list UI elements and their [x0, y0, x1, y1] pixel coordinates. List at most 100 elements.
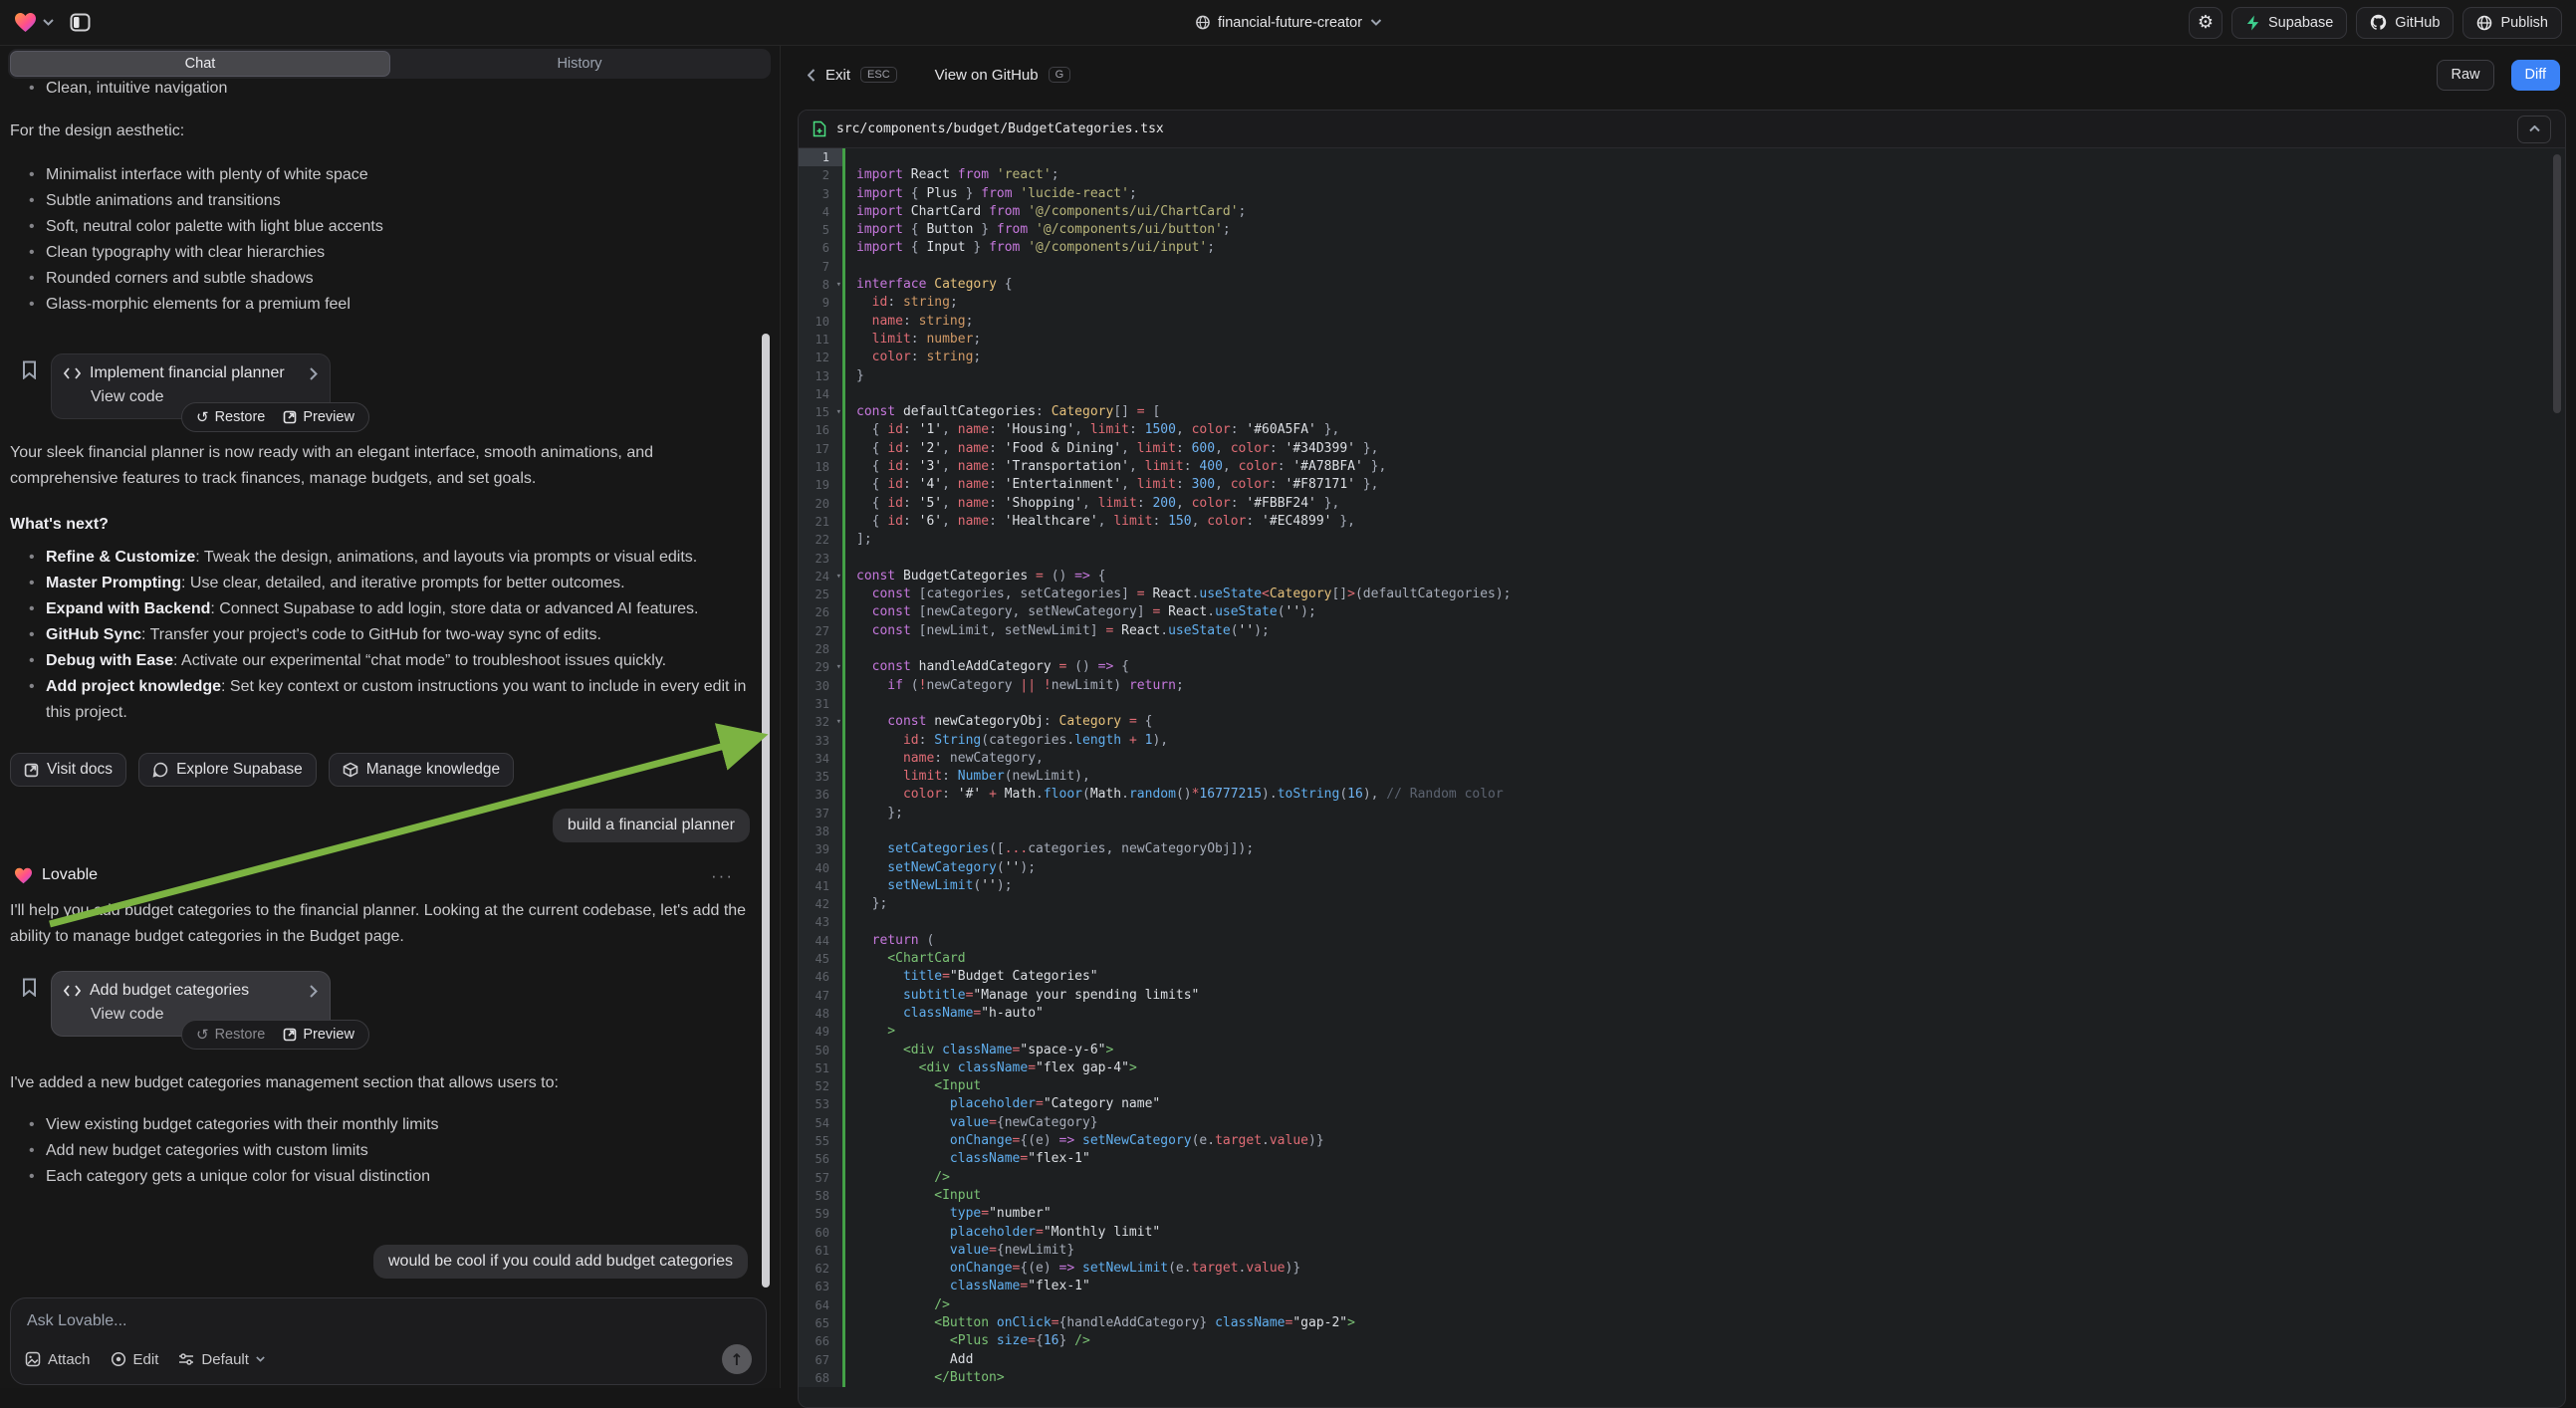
- line-number: 26: [799, 603, 842, 621]
- code-line: 24▾const BudgetCategories = () => {: [799, 568, 2565, 586]
- restore-button[interactable]: ↺ Restore: [196, 1026, 265, 1044]
- code-scrollbar[interactable]: [2553, 154, 2561, 413]
- restore-button[interactable]: ↺ Restore: [196, 408, 265, 426]
- line-number: 22: [799, 531, 842, 549]
- code-line: 61 value={newLimit}: [799, 1242, 2565, 1260]
- line-number: 38: [799, 822, 842, 840]
- line-number: 64: [799, 1296, 842, 1314]
- message-more-button[interactable]: ···: [711, 866, 734, 886]
- project-icon: [1195, 15, 1210, 30]
- code-line: 47 subtitle="Manage your spending limits…: [799, 987, 2565, 1005]
- fold-chevron-icon[interactable]: ▾: [836, 658, 841, 676]
- code-line: 26 const [newCategory, setNewCategory] =…: [799, 603, 2565, 621]
- bookmark-icon[interactable]: [22, 978, 37, 997]
- manage-knowledge-button[interactable]: Manage knowledge: [329, 753, 514, 787]
- list-item: Add project knowledge: Set key context o…: [10, 674, 755, 726]
- file-header[interactable]: src/components/budget/BudgetCategories.t…: [799, 111, 2565, 148]
- code-editor[interactable]: 12import React from 'react';3import { Pl…: [799, 148, 2565, 1407]
- line-number: 34: [799, 750, 842, 768]
- user-message: build a financial planner: [553, 809, 750, 842]
- prompt-input[interactable]: Ask Lovable... Attach Edit: [10, 1297, 767, 1385]
- mode-selector[interactable]: Default: [178, 1351, 265, 1368]
- code-line: 12 color: string;: [799, 349, 2565, 366]
- code-line: 50 <div className="space-y-6">: [799, 1042, 2565, 1059]
- code-panel: Exit esc View on GitHub G Raw Diff src/c…: [782, 46, 2576, 1388]
- line-number: 49: [799, 1023, 842, 1041]
- project-switcher[interactable]: financial-future-creator: [1195, 15, 1381, 31]
- edit-card-add-budget-categories[interactable]: Add budget categories View code ↺ Restor…: [51, 971, 331, 1037]
- list-item: Each category gets a unique color for vi…: [10, 1164, 752, 1190]
- line-number: 21: [799, 513, 842, 531]
- line-number: 52: [799, 1077, 842, 1095]
- publish-button[interactable]: Publish: [2462, 7, 2562, 39]
- line-number: 67: [799, 1351, 842, 1369]
- line-number: 8▾: [799, 276, 842, 294]
- code-line: 6import { Input } from '@/components/ui/…: [799, 239, 2565, 257]
- code-line: 25 const [categories, setCategories] = R…: [799, 586, 2565, 603]
- line-number: 27: [799, 622, 842, 640]
- globe-icon: [2476, 15, 2492, 31]
- project-name: financial-future-creator: [1218, 15, 1362, 31]
- line-number: 36: [799, 786, 842, 804]
- edit-button[interactable]: Edit: [111, 1351, 159, 1368]
- code-line: 64 />: [799, 1296, 2565, 1314]
- restore-preview-pill: ↺ Restore Preview: [181, 1020, 369, 1050]
- chat-scrollbar[interactable]: [762, 334, 770, 1288]
- code-line: 5import { Button } from '@/components/ui…: [799, 221, 2565, 239]
- line-number: 59: [799, 1205, 842, 1223]
- line-number: 23: [799, 550, 842, 568]
- code-line: 45 <ChartCard: [799, 950, 2565, 968]
- fold-chevron-icon[interactable]: ▾: [836, 713, 841, 731]
- view-on-github-link[interactable]: View on GitHub: [935, 67, 1039, 84]
- list-item: View existing budget categories with the…: [10, 1112, 752, 1138]
- edit-card-implement-financial-planner[interactable]: Implement financial planner View code ↺ …: [51, 353, 331, 419]
- preview-button[interactable]: Preview: [283, 1027, 354, 1043]
- logo-chevron-down-icon[interactable]: [43, 19, 54, 26]
- tab-history[interactable]: History: [390, 51, 769, 77]
- code-line: 17 { id: '2', name: 'Food & Dining', lim…: [799, 440, 2565, 458]
- line-number: 33: [799, 732, 842, 750]
- line-number: 10: [799, 313, 842, 331]
- code-line: 37 };: [799, 805, 2565, 822]
- send-button[interactable]: ↑: [722, 1344, 752, 1374]
- list-item: Clean typography with clear hierarchies: [10, 240, 752, 266]
- supabase-button[interactable]: Supabase: [2231, 7, 2347, 39]
- code-line: 32▾ const newCategoryObj: Category = {: [799, 713, 2565, 731]
- github-button[interactable]: GitHub: [2356, 7, 2454, 39]
- chevron-left-icon[interactable]: [808, 69, 816, 82]
- line-number: 37: [799, 805, 842, 822]
- edit-card-title: Add budget categories: [90, 982, 249, 1000]
- chat-panel: Chat History Clean, intuitive navigation…: [0, 46, 781, 1388]
- bookmark-icon[interactable]: [22, 360, 37, 379]
- settings-button[interactable]: ⚙: [2189, 7, 2223, 39]
- preview-button[interactable]: Preview: [283, 409, 354, 425]
- added-bullet-list: View existing budget categories with the…: [10, 1112, 752, 1190]
- collapse-file-button[interactable]: [2517, 116, 2551, 143]
- list-item: Clean, intuitive navigation: [10, 76, 747, 102]
- chat-history-tabs: Chat History: [8, 49, 771, 79]
- code-line: 14: [799, 385, 2565, 403]
- fold-chevron-icon[interactable]: ▾: [836, 276, 841, 294]
- diff-toggle-button[interactable]: Diff: [2511, 60, 2561, 91]
- code-line: 35 limit: Number(newLimit),: [799, 768, 2565, 786]
- supabase-bolt-icon: [2245, 15, 2260, 31]
- attach-button[interactable]: Attach: [25, 1351, 91, 1368]
- line-number: 41: [799, 877, 842, 895]
- line-number: 9: [799, 294, 842, 312]
- assistant-header: Lovable: [14, 866, 98, 884]
- exit-button[interactable]: Exit: [825, 67, 850, 84]
- visit-docs-button[interactable]: Visit docs: [10, 753, 126, 787]
- code-toolbar: Exit esc View on GitHub G Raw Diff: [782, 46, 2576, 104]
- code-line: 60 placeholder="Monthly limit": [799, 1224, 2565, 1242]
- code-line: 63 className="flex-1": [799, 1278, 2565, 1295]
- fold-chevron-icon[interactable]: ▾: [836, 568, 841, 586]
- code-line: 34 name: newCategory,: [799, 750, 2565, 768]
- fold-chevron-icon[interactable]: ▾: [836, 403, 841, 421]
- raw-toggle-button[interactable]: Raw: [2437, 60, 2493, 91]
- sidebar-toggle-icon[interactable]: [70, 13, 91, 32]
- line-number: 46: [799, 968, 842, 986]
- lovable-logo-icon[interactable]: [14, 12, 37, 33]
- tab-chat[interactable]: Chat: [10, 51, 390, 77]
- explore-supabase-button[interactable]: Explore Supabase: [138, 753, 317, 787]
- design-bullet-list: Minimalist interface with plenty of whit…: [10, 162, 752, 318]
